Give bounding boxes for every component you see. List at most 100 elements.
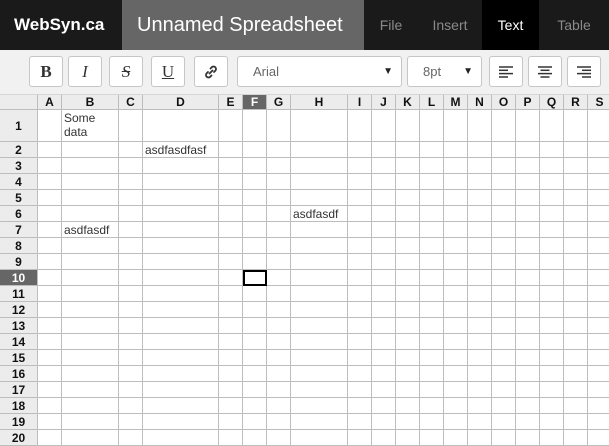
cell-c7[interactable] (119, 222, 143, 238)
cell-b8[interactable] (62, 238, 119, 254)
cell-p15[interactable] (516, 350, 540, 366)
italic-button[interactable]: I (68, 56, 102, 87)
cell-o6[interactable] (492, 206, 516, 222)
cell-p12[interactable] (516, 302, 540, 318)
cell-j11[interactable] (372, 286, 396, 302)
cell-j5[interactable] (372, 190, 396, 206)
cell-d13[interactable] (143, 318, 219, 334)
cell-i19[interactable] (348, 414, 372, 430)
cell-d8[interactable] (143, 238, 219, 254)
cell-l5[interactable] (420, 190, 444, 206)
cell-l10[interactable] (420, 270, 444, 286)
cell-a9[interactable] (38, 254, 62, 270)
cell-p6[interactable] (516, 206, 540, 222)
cell-q18[interactable] (540, 398, 564, 414)
cell-q1[interactable] (540, 110, 564, 142)
cell-b20[interactable] (62, 430, 119, 446)
cell-i3[interactable] (348, 158, 372, 174)
row-header-8[interactable]: 8 (0, 238, 38, 254)
cell-m15[interactable] (444, 350, 468, 366)
cell-s20[interactable] (588, 430, 609, 446)
cell-g9[interactable] (267, 254, 291, 270)
cell-p20[interactable] (516, 430, 540, 446)
cell-m19[interactable] (444, 414, 468, 430)
cell-h11[interactable] (291, 286, 348, 302)
cell-c6[interactable] (119, 206, 143, 222)
cell-e5[interactable] (219, 190, 243, 206)
cell-c5[interactable] (119, 190, 143, 206)
cell-c16[interactable] (119, 366, 143, 382)
cell-s1[interactable] (588, 110, 609, 142)
cell-j15[interactable] (372, 350, 396, 366)
column-header-b[interactable]: B (62, 95, 119, 110)
cell-r6[interactable] (564, 206, 588, 222)
row-header-3[interactable]: 3 (0, 158, 38, 174)
cell-k8[interactable] (396, 238, 420, 254)
cell-e6[interactable] (219, 206, 243, 222)
cell-b5[interactable] (62, 190, 119, 206)
cell-k15[interactable] (396, 350, 420, 366)
cell-q9[interactable] (540, 254, 564, 270)
column-header-i[interactable]: I (348, 95, 372, 110)
cell-r3[interactable] (564, 158, 588, 174)
cell-g11[interactable] (267, 286, 291, 302)
cell-g6[interactable] (267, 206, 291, 222)
cell-k11[interactable] (396, 286, 420, 302)
cell-o4[interactable] (492, 174, 516, 190)
cell-s8[interactable] (588, 238, 609, 254)
cell-a20[interactable] (38, 430, 62, 446)
cell-q2[interactable] (540, 142, 564, 158)
cell-p5[interactable] (516, 190, 540, 206)
cell-r10[interactable] (564, 270, 588, 286)
cell-g10[interactable] (267, 270, 291, 286)
cell-a10[interactable] (38, 270, 62, 286)
cell-l9[interactable] (420, 254, 444, 270)
cell-o7[interactable] (492, 222, 516, 238)
cell-c14[interactable] (119, 334, 143, 350)
cell-b19[interactable] (62, 414, 119, 430)
cell-k6[interactable] (396, 206, 420, 222)
cell-r18[interactable] (564, 398, 588, 414)
row-header-19[interactable]: 19 (0, 414, 38, 430)
cell-n19[interactable] (468, 414, 492, 430)
row-header-4[interactable]: 4 (0, 174, 38, 190)
menu-file[interactable]: File (364, 0, 418, 50)
row-header-11[interactable]: 11 (0, 286, 38, 302)
cell-g3[interactable] (267, 158, 291, 174)
cell-f17[interactable] (243, 382, 267, 398)
column-header-h[interactable]: H (291, 95, 348, 110)
cell-n5[interactable] (468, 190, 492, 206)
cell-r17[interactable] (564, 382, 588, 398)
cell-f9[interactable] (243, 254, 267, 270)
cell-m13[interactable] (444, 318, 468, 334)
cell-o18[interactable] (492, 398, 516, 414)
row-header-7[interactable]: 7 (0, 222, 38, 238)
cell-p11[interactable] (516, 286, 540, 302)
cell-j9[interactable] (372, 254, 396, 270)
cell-p9[interactable] (516, 254, 540, 270)
cell-c8[interactable] (119, 238, 143, 254)
cell-f7[interactable] (243, 222, 267, 238)
column-header-o[interactable]: O (492, 95, 516, 110)
cell-c11[interactable] (119, 286, 143, 302)
cell-d12[interactable] (143, 302, 219, 318)
cell-b18[interactable] (62, 398, 119, 414)
cell-m5[interactable] (444, 190, 468, 206)
cell-f11[interactable] (243, 286, 267, 302)
cell-i7[interactable] (348, 222, 372, 238)
column-header-q[interactable]: Q (540, 95, 564, 110)
cell-r11[interactable] (564, 286, 588, 302)
cell-b12[interactable] (62, 302, 119, 318)
align-center-button[interactable] (528, 56, 562, 87)
cell-q3[interactable] (540, 158, 564, 174)
row-header-15[interactable]: 15 (0, 350, 38, 366)
cell-a11[interactable] (38, 286, 62, 302)
cell-i6[interactable] (348, 206, 372, 222)
cell-n7[interactable] (468, 222, 492, 238)
align-right-button[interactable] (567, 56, 601, 87)
menu-table[interactable]: Table (539, 0, 609, 50)
align-left-button[interactable] (489, 56, 523, 87)
row-header-2[interactable]: 2 (0, 142, 38, 158)
cell-r19[interactable] (564, 414, 588, 430)
cell-d3[interactable] (143, 158, 219, 174)
